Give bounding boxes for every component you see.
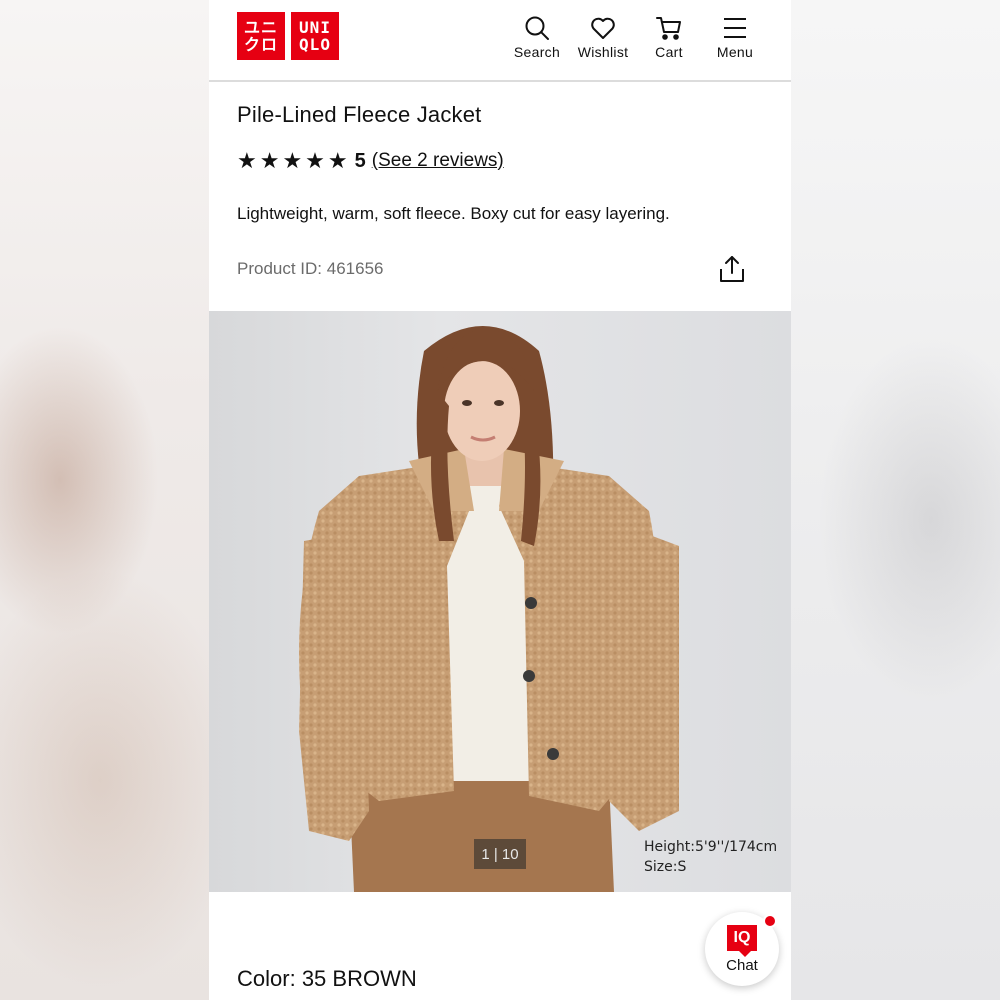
- menu-button[interactable]: Menu: [709, 14, 761, 60]
- cart-button[interactable]: Cart: [643, 14, 695, 60]
- color-label: Color:: [237, 966, 296, 991]
- model-photo-illustration: [299, 326, 679, 892]
- product-image[interactable]: 1 | 10 Height:5'9''/174cm Size:S: [209, 311, 791, 892]
- product-rating: ★★★★★ 5 (See 2 reviews): [237, 148, 504, 174]
- cart-icon: [656, 17, 681, 40]
- color-selection: Color: 35 BROWN: [237, 966, 417, 992]
- logo-latin-line-2: QLO: [299, 35, 331, 54]
- heart-icon: [591, 17, 615, 39]
- reviews-wrapper: (See 2 reviews): [372, 150, 504, 172]
- rating-value: 5: [354, 149, 366, 172]
- product-title: Pile-Lined Fleece Jacket: [237, 102, 482, 127]
- header-nav: Search Wishlist Cart Menu: [511, 14, 761, 60]
- uniqlo-logo[interactable]: ユニ クロ UNI QLO: [237, 12, 339, 60]
- logo-latin-line-1: UNI: [299, 18, 331, 37]
- see-reviews-link[interactable]: (See 2 reviews): [372, 150, 504, 171]
- wishlist-label: Wishlist: [577, 44, 629, 60]
- rating-stars: ★★★★★: [237, 148, 351, 173]
- logo-katakana-box: ユニ クロ: [237, 12, 285, 60]
- background-right-blur: [791, 0, 1000, 1000]
- model-info: Height:5'9''/174cm Size:S: [644, 837, 777, 877]
- menu-label: Menu: [716, 44, 754, 60]
- logo-katakana-line-1: ユニ: [243, 18, 278, 37]
- model-height: Height:5'9''/174cm: [644, 839, 778, 855]
- search-label: Search: [513, 44, 561, 60]
- product-id: Product ID: 461656: [237, 259, 384, 278]
- iq-chat-icon: IQ: [727, 924, 757, 957]
- model-size: Size:S: [644, 859, 687, 875]
- background-left-blur: [0, 0, 209, 1000]
- search-button[interactable]: Search: [511, 14, 563, 60]
- notification-dot: [763, 914, 777, 928]
- cart-label: Cart: [655, 44, 683, 60]
- product-description: Lightweight, warm, soft fleece. Boxy cut…: [237, 204, 670, 223]
- search-icon: [525, 16, 549, 40]
- site-header: ユニ クロ UNI QLO Search Wishlist Cart Menu: [209, 0, 791, 82]
- mobile-page: ユニ クロ UNI QLO Search Wishlist Cart Menu …: [209, 0, 791, 1000]
- wishlist-button[interactable]: Wishlist: [577, 14, 629, 60]
- chat-label: Chat: [726, 956, 758, 974]
- iq-chat-button[interactable]: IQ Chat: [705, 912, 779, 986]
- share-icon[interactable]: [719, 255, 745, 283]
- logo-latin-box: UNI QLO: [291, 12, 339, 60]
- image-counter: 1 | 10: [474, 839, 526, 869]
- hamburger-menu-icon: [724, 18, 746, 38]
- color-value: 35 BROWN: [301, 966, 417, 991]
- logo-katakana-line-2: クロ: [243, 35, 278, 54]
